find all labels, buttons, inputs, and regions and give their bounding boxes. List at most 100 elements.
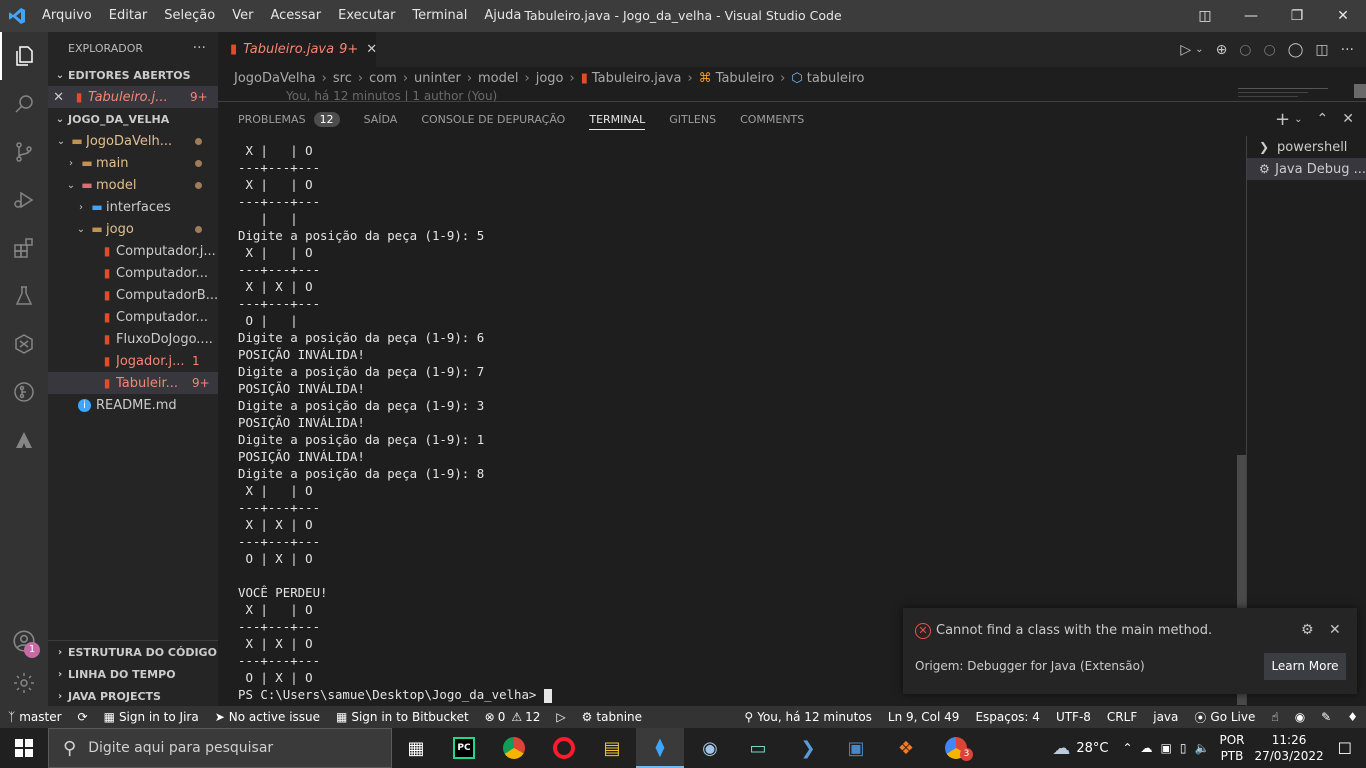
maximize-button[interactable]: ❐ <box>1274 0 1320 32</box>
manage-gear-icon[interactable] <box>0 659 48 707</box>
tree-item[interactable]: ⌄ ▬ JogoDaVelh... <box>48 130 218 152</box>
panel-tab-1[interactable]: SAÍDA <box>364 102 398 136</box>
tree-item[interactable]: ▮ ComputadorB... <box>48 284 218 306</box>
blame-item[interactable]: ⚲ You, há 12 minutos <box>736 706 880 728</box>
run-debug-icon[interactable] <box>0 176 48 224</box>
breadcrumb-item[interactable]: src <box>333 71 352 86</box>
mysql-workbench-icon[interactable]: ▣ <box>832 728 880 768</box>
java-projects-section[interactable]: › JAVA PROJECTS <box>48 685 218 706</box>
temperature[interactable]: 28°C <box>1076 741 1108 756</box>
close-panel-icon[interactable]: ✕ <box>1342 111 1354 127</box>
breadcrumb-item[interactable]: JogoDaVelha <box>234 71 316 86</box>
tree-item[interactable]: ⌄ ▬ model <box>48 174 218 196</box>
menu-item-6[interactable]: Terminal <box>404 0 476 32</box>
remote-explorer-icon[interactable] <box>0 320 48 368</box>
onedrive-icon[interactable]: ☁ <box>1141 741 1153 755</box>
tree-item[interactable]: ▮ Computador... <box>48 262 218 284</box>
gear-icon[interactable]: ⚙ <box>1301 622 1314 638</box>
jira-signin-item[interactable]: ▦ Sign in to Jira <box>96 706 207 728</box>
source-control-icon[interactable] <box>0 128 48 176</box>
outline-section[interactable]: › ESTRUTURA DO CÓDIGO <box>48 641 218 663</box>
split-editor-icon[interactable]: ◫ <box>1315 42 1328 58</box>
tree-item[interactable]: ▮ Jogador.j... 1 <box>48 350 218 372</box>
panel-tab-5[interactable]: COMMENTS <box>740 102 804 136</box>
tabnine-item[interactable]: ⚙ tabnine <box>574 706 650 728</box>
chevron-down-icon[interactable]: ⌄ <box>1294 114 1302 125</box>
layout-icon[interactable]: ◫ <box>1182 0 1228 32</box>
editor-scrollbar[interactable] <box>1354 84 1366 98</box>
panel-tab-2[interactable]: CONSOLE DE DEPURAÇÃO <box>421 102 565 136</box>
new-terminal-icon[interactable]: + <box>1275 109 1290 130</box>
gitlens-compare-icon[interactable]: ⊕ <box>1216 42 1228 58</box>
go-live-item[interactable]: ⦿ Go Live <box>1186 706 1263 728</box>
extensions-icon[interactable] <box>0 224 48 272</box>
network-icon[interactable]: ▣ <box>1161 741 1172 755</box>
terminal-instance[interactable]: ❯ powershell <box>1247 136 1366 158</box>
tree-item[interactable]: ⌄ ▬ jogo <box>48 218 218 240</box>
copilot-icon[interactable]: ◉ <box>1287 706 1313 728</box>
menu-item-2[interactable]: Seleção <box>156 0 224 32</box>
maximize-panel-icon[interactable]: ⌃ <box>1317 111 1329 127</box>
clock[interactable]: 11:26 27/03/2022 <box>1254 732 1323 764</box>
panel-tab-3[interactable]: TERMINAL <box>589 102 645 136</box>
account-icon[interactable]: 1 <box>0 617 48 665</box>
feedback-icon[interactable]: ✎ <box>1313 706 1339 728</box>
menu-item-4[interactable]: Acessar <box>262 0 330 32</box>
tree-item[interactable]: i README.md <box>48 394 218 416</box>
learn-more-button[interactable]: Learn More <box>1264 653 1346 680</box>
sync-icon[interactable]: ⟳ <box>70 706 96 728</box>
tree-item[interactable]: › ▬ main <box>48 152 218 174</box>
tab-tabuleiro[interactable]: ▮ Tabuleiro.java 9+ ✕ <box>218 32 377 67</box>
toggle-blame-icon[interactable]: ◯ <box>1288 42 1304 58</box>
breadcrumb-item[interactable]: Tabuleiro <box>716 71 774 86</box>
search-icon[interactable] <box>0 80 48 128</box>
weather-cloud-icon[interactable]: ☁ <box>1052 738 1070 759</box>
cursor-position[interactable]: Ln 9, Col 49 <box>880 706 968 728</box>
line-ending[interactable]: CRLF <box>1099 706 1145 728</box>
menu-item-7[interactable]: Ajuda <box>476 0 530 32</box>
menu-item-1[interactable]: Editar <box>101 0 157 32</box>
tree-item[interactable]: ▮ FluxoDoJogo.... <box>48 328 218 350</box>
vscode-taskbar-icon[interactable]: ⧫ <box>636 728 684 768</box>
breadcrumb-item[interactable]: com <box>369 71 397 86</box>
breadcrumb-item[interactable]: model <box>478 71 518 86</box>
atlassian-icon[interactable] <box>0 416 48 464</box>
testing-icon[interactable] <box>0 272 48 320</box>
paint-icon[interactable]: ◉ <box>686 728 734 768</box>
open-editor-item[interactable]: ✕ ▮ Tabuleiro.j... 9+ <box>48 86 218 108</box>
file-explorer-icon[interactable]: ▤ <box>588 728 636 768</box>
panel-tab-0[interactable]: PROBLEMAS 12 <box>238 102 340 136</box>
xampp-icon[interactable]: ❖ <box>882 728 930 768</box>
battery-icon[interactable]: ▯ <box>1180 741 1187 755</box>
run-icon[interactable]: ▷ <box>1180 42 1191 58</box>
menu-item-3[interactable]: Ver <box>224 0 262 32</box>
notes-icon[interactable]: ▭ <box>734 728 782 768</box>
more-actions-icon[interactable]: ··· <box>193 40 206 56</box>
encoding[interactable]: UTF-8 <box>1048 706 1099 728</box>
chrome-profile-icon[interactable]: 3 <box>932 728 980 768</box>
tree-item[interactable]: › ▬ interfaces <box>48 196 218 218</box>
more-actions-icon[interactable]: ··· <box>1341 42 1354 58</box>
minimize-button[interactable]: — <box>1228 0 1274 32</box>
issue-item[interactable]: ➤ No active issue <box>207 706 328 728</box>
tree-item[interactable]: ▮ Computador... <box>48 306 218 328</box>
project-section[interactable]: ⌄ JOGO_DA_VELHA <box>48 108 218 130</box>
problems-item[interactable]: ⊗ 0 ⚠ 12 <box>477 706 549 728</box>
panel-tab-4[interactable]: GITLENS <box>669 102 716 136</box>
branch-item[interactable]: ᛉ master <box>0 706 70 728</box>
debug-icon[interactable]: ▷ <box>548 706 573 728</box>
powershell-icon[interactable]: ❯ <box>784 728 832 768</box>
next-change-icon[interactable]: ○ <box>1264 42 1276 58</box>
pycharm-icon[interactable]: PC <box>440 728 488 768</box>
indentation[interactable]: Espaços: 4 <box>967 706 1048 728</box>
breadcrumb-item[interactable]: tabuleiro <box>807 71 865 86</box>
windows-start-icon[interactable] <box>0 728 48 768</box>
bitbucket-signin-item[interactable]: ▦ Sign in to Bitbucket <box>328 706 477 728</box>
gitlens-icon[interactable] <box>0 368 48 416</box>
breadcrumb-item[interactable]: uninter <box>414 71 461 86</box>
explorer-icon[interactable] <box>0 32 48 80</box>
tray-chevron-icon[interactable]: ⌃ <box>1122 741 1132 755</box>
menu-item-5[interactable]: Executar <box>330 0 404 32</box>
breadcrumb-item[interactable]: Tabuleiro.java <box>592 71 682 86</box>
open-editors-section[interactable]: ⌄ EDITORES ABERTOS <box>48 64 218 86</box>
